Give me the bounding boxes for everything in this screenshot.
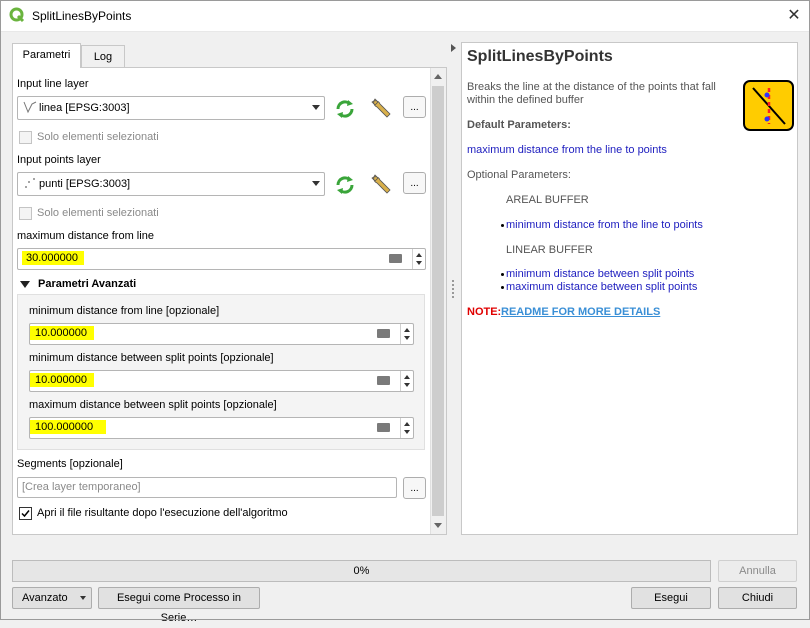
spin-arrows[interactable] <box>400 324 413 344</box>
note-label: NOTE: <box>467 306 502 318</box>
min-split-spinbox[interactable]: 10.000000 <box>29 370 414 392</box>
line-layer-icon <box>23 100 37 117</box>
help-description-line1: Breaks the line at the distance of the p… <box>467 81 716 93</box>
clear-icon[interactable] <box>377 423 390 432</box>
scroll-up-icon[interactable] <box>434 74 442 79</box>
splitter-handle[interactable] <box>452 280 454 298</box>
min-split-value: 10.000000 <box>30 373 94 387</box>
iterate-toggle-icon[interactable] <box>334 98 356 120</box>
segments-output-field[interactable]: [Crea layer temporaneo] <box>17 477 397 498</box>
segments-placeholder: [Crea layer temporaneo] <box>22 481 141 493</box>
spin-arrows[interactable] <box>400 371 413 391</box>
optional-heading: Optional Parameters: <box>467 169 571 181</box>
iterate-toggle-icon[interactable] <box>334 174 356 196</box>
chevron-down-icon <box>312 105 320 110</box>
run-button[interactable]: Esegui <box>631 587 711 609</box>
min-split-label: minimum distance between split points [o… <box>29 352 274 364</box>
linear-item-2: maximum distance between split points <box>506 281 698 293</box>
advanced-menu-button[interactable]: Avanzato <box>12 587 92 609</box>
advanced-collapse-triangle-icon[interactable] <box>20 281 30 288</box>
segments-options-button[interactable]: ... <box>403 477 426 499</box>
input-points-layer-label: Input points layer <box>17 154 101 166</box>
splitter-collapse-icon[interactable] <box>451 44 456 52</box>
max-distance-value: 30.000000 <box>22 251 84 265</box>
line-layer-options-button[interactable]: ... <box>403 96 426 118</box>
open-result-checkbox[interactable] <box>19 507 32 520</box>
line-selected-only-label: Solo elementi selezionati <box>37 131 159 143</box>
clear-icon[interactable] <box>377 329 390 338</box>
input-line-layer-value: linea [EPSG:3003] <box>39 102 130 114</box>
bullet-icon <box>501 224 504 227</box>
cancel-button[interactable]: Annulla <box>718 560 797 582</box>
areal-item-1: minimum distance from the line to points <box>506 219 703 231</box>
chevron-down-icon <box>80 596 86 600</box>
input-line-layer-label: Input line layer <box>17 78 89 90</box>
clear-icon[interactable] <box>377 376 390 385</box>
input-line-layer-combo[interactable]: linea [EPSG:3003] <box>17 96 325 120</box>
max-split-label: maximum distance between split points [o… <box>29 399 277 411</box>
advanced-group-title[interactable]: Parametri Avanzati <box>38 278 136 290</box>
linear-buffer-heading: LINEAR BUFFER <box>506 244 593 256</box>
window-title: SplitLinesByPoints <box>32 9 132 23</box>
min-distance-label: minimum distance from line [opzionale] <box>29 305 220 317</box>
open-result-label: Apri il file risultante dopo l'esecuzion… <box>37 507 288 519</box>
points-selected-only-checkbox[interactable] <box>19 207 32 220</box>
tab-log[interactable]: Log <box>81 45 125 67</box>
input-points-layer-combo[interactable]: punti [EPSG:3003] <box>17 172 325 196</box>
progress-bar: 0% <box>12 560 711 582</box>
input-points-layer-value: punti [EPSG:3003] <box>39 178 131 190</box>
clear-icon[interactable] <box>389 254 402 263</box>
spin-arrows[interactable] <box>412 249 425 269</box>
close-window-icon[interactable]: ✕ <box>780 4 808 28</box>
points-selected-only-label: Solo elementi selezionati <box>37 207 159 219</box>
min-distance-spinbox[interactable]: 10.000000 <box>29 323 414 345</box>
readme-link[interactable]: README FOR MORE DETAILS <box>501 306 660 318</box>
areal-buffer-heading: AREAL BUFFER <box>506 194 589 206</box>
max-split-spinbox[interactable]: 100.000000 <box>29 417 414 439</box>
spin-arrows[interactable] <box>400 418 413 438</box>
close-button[interactable]: Chiudi <box>718 587 797 609</box>
scrollbar-thumb[interactable] <box>432 86 444 516</box>
points-layer-options-button[interactable]: ... <box>403 172 426 194</box>
bullet-icon <box>501 273 504 276</box>
chevron-down-icon <box>312 181 320 186</box>
segments-label: Segments [opzionale] <box>17 458 123 470</box>
default-params-heading: Default Parameters: <box>467 119 571 131</box>
bullet-icon <box>501 286 504 289</box>
qgis-logo-icon <box>9 7 25 23</box>
scroll-down-icon[interactable] <box>434 523 442 528</box>
default-param-1: maximum distance from the line to points <box>467 144 667 156</box>
batch-process-button[interactable]: Esegui come Processo in Serie… <box>98 587 260 624</box>
tab-parametri[interactable]: Parametri <box>12 43 81 68</box>
max-distance-spinbox[interactable]: 30.000000 <box>17 248 426 270</box>
help-description-line2: within the defined buffer <box>467 94 584 106</box>
linear-item-1: minimum distance between split points <box>506 268 695 280</box>
point-layer-icon <box>23 176 37 193</box>
max-split-value: 100.000000 <box>30 420 106 434</box>
wrench-icon[interactable] <box>369 96 393 120</box>
algorithm-icon <box>743 80 794 131</box>
max-distance-label: maximum distance from line <box>17 230 154 242</box>
min-distance-value: 10.000000 <box>30 326 94 340</box>
advanced-button-label: Avanzato <box>22 592 68 604</box>
line-selected-only-checkbox[interactable] <box>19 131 32 144</box>
help-title: SplitLinesByPoints <box>467 48 613 65</box>
wrench-icon[interactable] <box>369 172 393 196</box>
